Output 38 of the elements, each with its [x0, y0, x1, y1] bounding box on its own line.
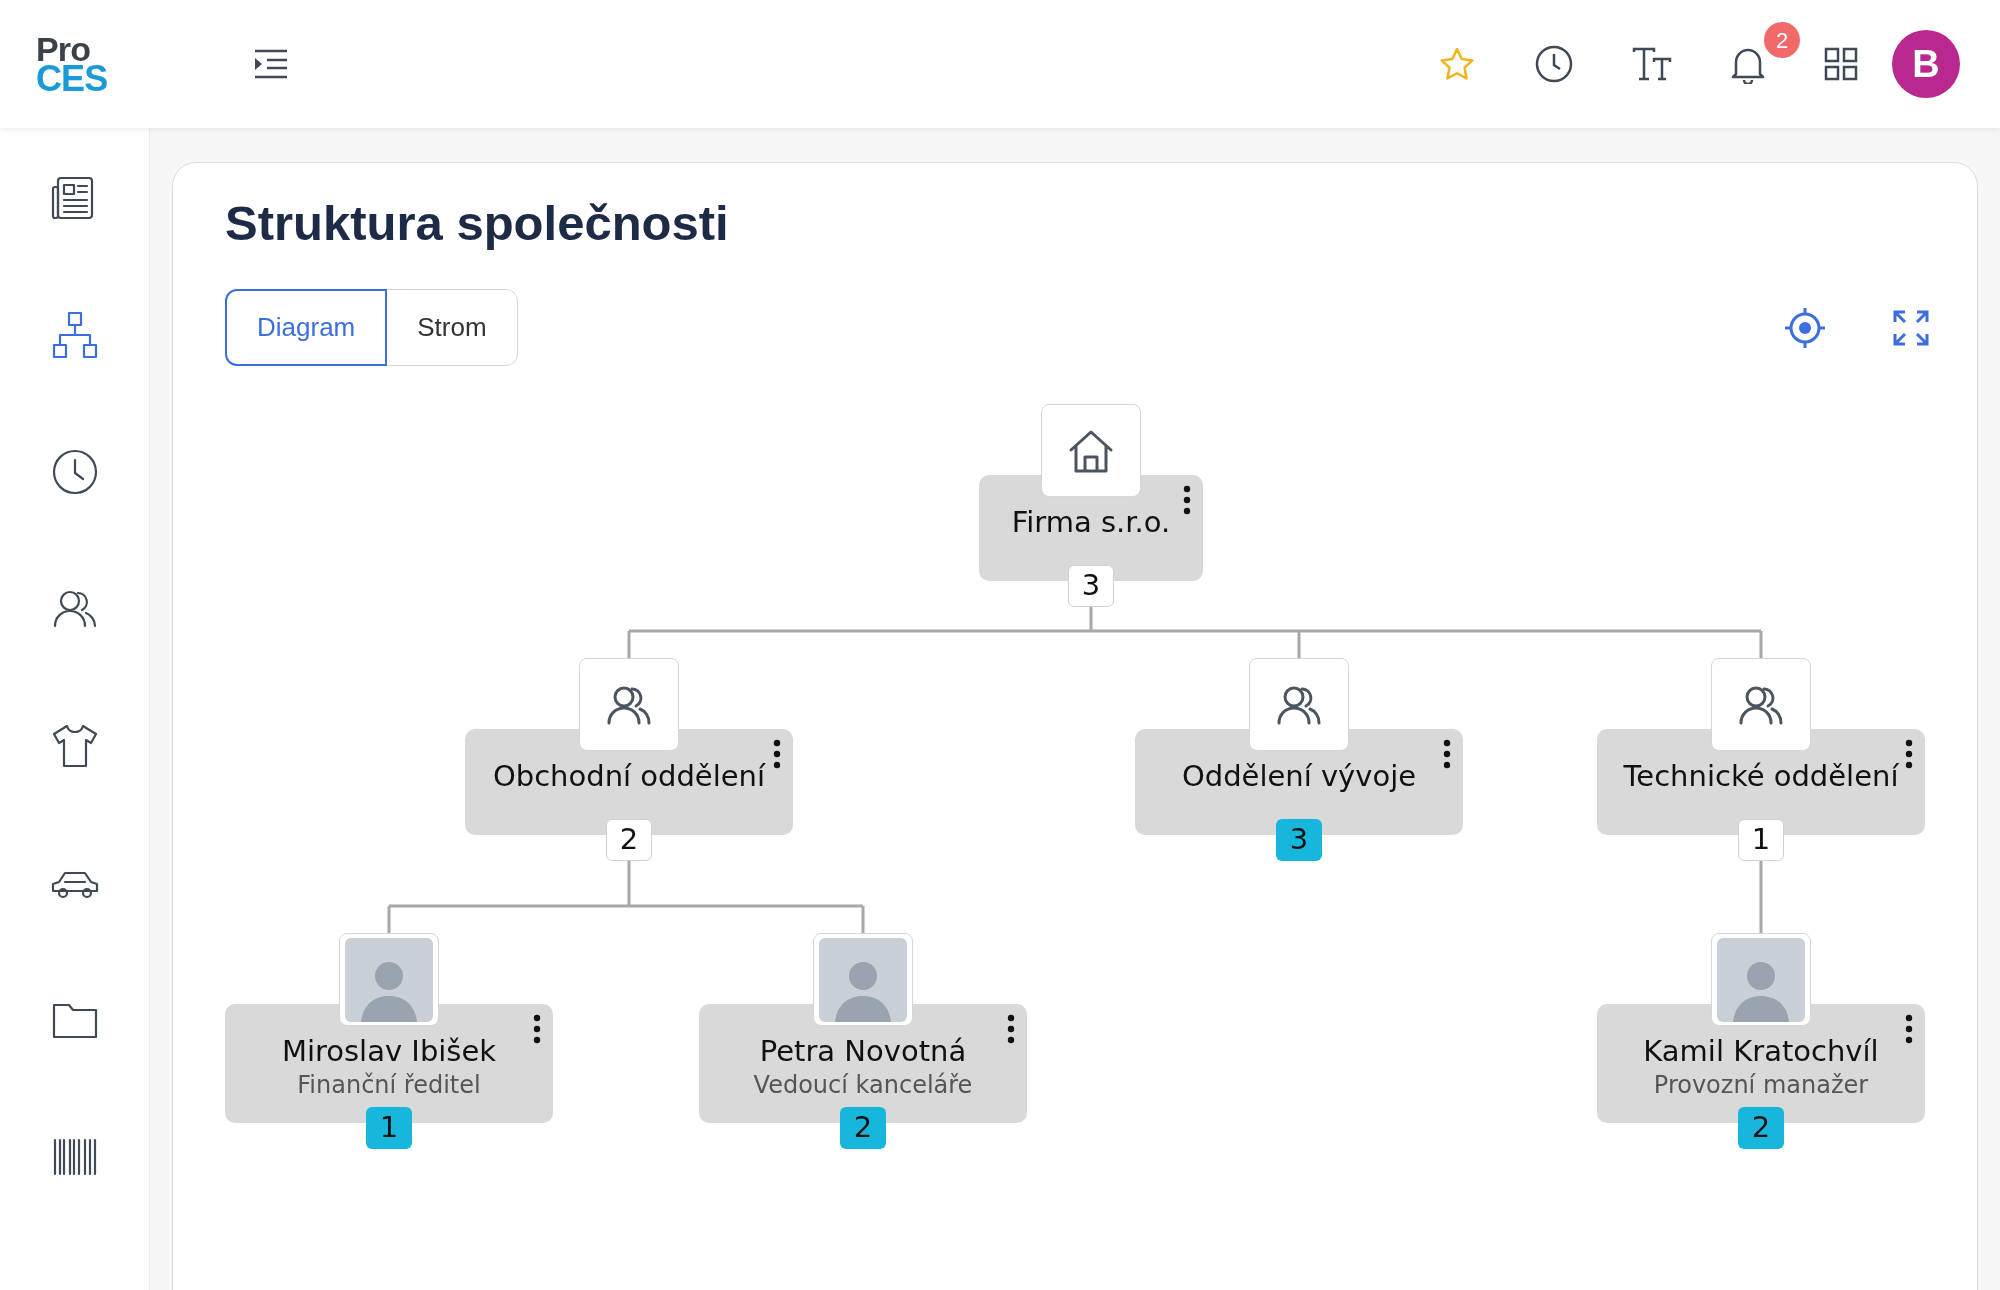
node-name: Miroslav Ibišek [281, 1033, 497, 1070]
node-name: Technické oddělení [1623, 758, 1899, 795]
page-title: Struktura společnosti [225, 195, 730, 252]
view-tab[interactable]: Strom [386, 289, 518, 366]
star-icon[interactable] [1438, 46, 1476, 82]
connector-line [1759, 861, 1763, 933]
clock-icon[interactable] [1534, 44, 1574, 84]
menu-icon[interactable] [253, 48, 290, 80]
more-icon[interactable] [1007, 1014, 1015, 1044]
node-name: Petra Novotná [759, 1033, 967, 1070]
node-name: Obchodní oddělení [492, 758, 766, 795]
notification-badge: 2 [1764, 22, 1800, 58]
count-badge[interactable]: 2 [606, 819, 652, 861]
node-name: Kamil Kratochvíl [1643, 1033, 1879, 1070]
more-icon[interactable] [773, 739, 781, 769]
more-icon[interactable] [1905, 1014, 1913, 1044]
more-icon[interactable] [1183, 485, 1191, 515]
count-badge[interactable]: 1 [1738, 819, 1784, 861]
logo[interactable]: Pro CES [36, 34, 108, 94]
user-avatar[interactable]: B [1892, 30, 1960, 98]
node-role: Provozní manažer [1653, 1070, 1869, 1100]
count-badge[interactable]: 2 [840, 1107, 886, 1149]
node-role: Finanční ředitel [297, 1070, 481, 1100]
node-name: Oddělení vývoje [1181, 758, 1417, 795]
text-size-icon[interactable] [1632, 46, 1672, 82]
fullscreen-icon[interactable] [1893, 309, 1929, 346]
node-name: Firma s.r.o. [1011, 504, 1171, 541]
locate-icon[interactable] [1783, 305, 1827, 350]
count-badge[interactable]: 3 [1068, 565, 1114, 607]
node-role: Vedoucí kanceláře [753, 1070, 973, 1100]
count-badge[interactable]: 1 [366, 1107, 412, 1149]
count-badge[interactable]: 2 [1738, 1107, 1784, 1149]
more-icon[interactable] [1905, 739, 1913, 769]
more-icon[interactable] [1443, 739, 1451, 769]
grid-icon[interactable] [1824, 47, 1858, 81]
count-badge[interactable]: 3 [1276, 819, 1322, 861]
view-tab[interactable]: Diagram [225, 289, 388, 366]
more-icon[interactable] [533, 1014, 541, 1044]
